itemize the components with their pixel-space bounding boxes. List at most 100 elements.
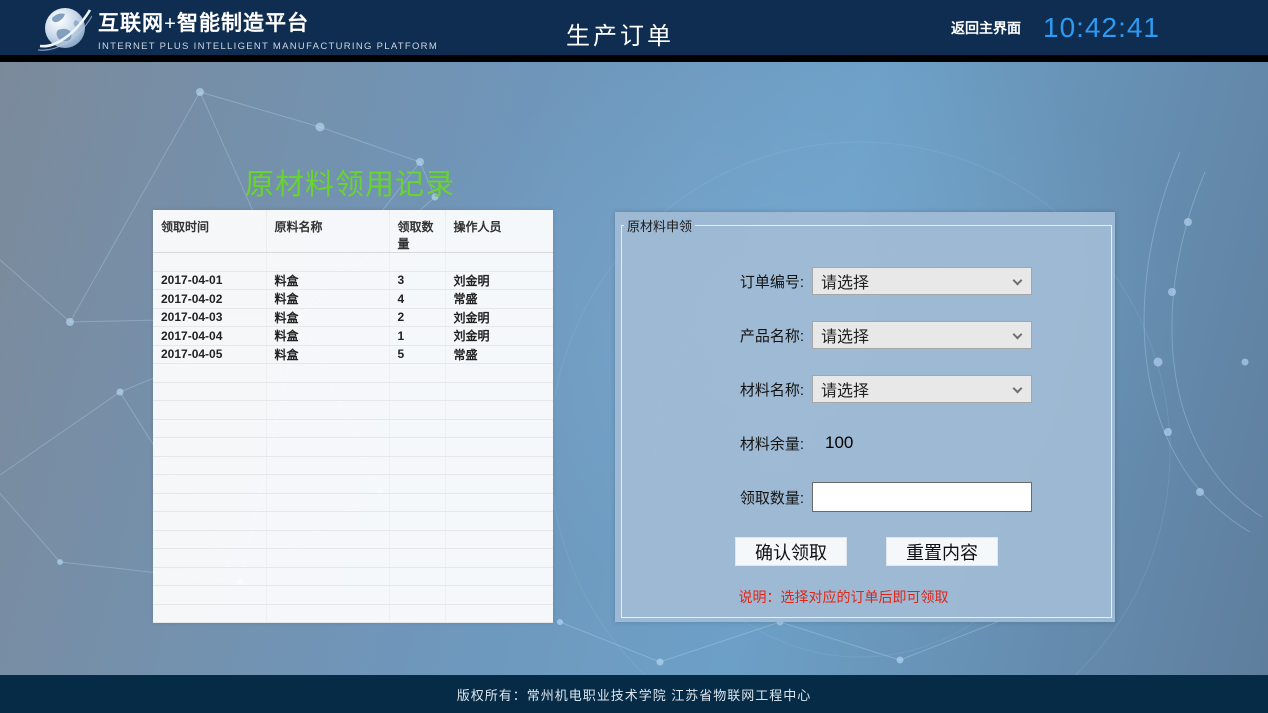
pick-quantity-input[interactable]: [812, 482, 1032, 512]
table-cell: 2: [389, 308, 445, 327]
table-cell: [445, 567, 553, 586]
table-cell: 刘金明: [445, 308, 553, 327]
globe-logo-icon: [38, 2, 92, 56]
table-cell: [445, 475, 553, 494]
table-cell: [153, 438, 266, 457]
brand-subtitle: INTERNET PLUS INTELLIGENT MANUFACTURING …: [98, 41, 438, 52]
table-row[interactable]: 2017-04-03料盒2刘金明: [153, 308, 553, 327]
apply-panel: 原材料申领 订单编号: 请选择 产品名称: 请选择: [615, 212, 1115, 622]
table-cell: 3: [389, 271, 445, 290]
table-cell: [445, 512, 553, 531]
table-cell: [266, 549, 389, 568]
product-name-select[interactable]: 请选择: [812, 321, 1032, 349]
table-cell: [445, 401, 553, 420]
material-name-label: 材料名称:: [622, 379, 804, 400]
instruction-note: 说明：选择对应的订单后即可领取: [622, 587, 1111, 607]
table-cell: [266, 253, 389, 272]
table-cell: [445, 253, 553, 272]
table-cell: 1: [389, 327, 445, 346]
table-row[interactable]: 2017-04-01料盒3刘金明: [153, 271, 553, 290]
table-cell: [266, 604, 389, 623]
table-cell: [389, 438, 445, 457]
table-cell: [445, 364, 553, 383]
table-cell: [153, 549, 266, 568]
table-row-empty: [153, 253, 553, 272]
table-cell: [153, 364, 266, 383]
table-cell: [389, 401, 445, 420]
table-cell: 料盒: [266, 271, 389, 290]
table-row[interactable]: 2017-04-04料盒1刘金明: [153, 327, 553, 346]
table-cell: [266, 401, 389, 420]
table-cell: [445, 382, 553, 401]
table-cell: [389, 493, 445, 512]
col-header-pick-quantity: 领取数量: [389, 210, 445, 253]
confirm-pick-button[interactable]: 确认领取: [735, 537, 847, 566]
table-cell: [266, 530, 389, 549]
table-cell: [445, 549, 553, 568]
back-to-main-link[interactable]: 返回主界面: [951, 18, 1021, 38]
table-cell: [153, 512, 266, 531]
footer-bar: 版权所有：常州机电职业技术学院 江苏省物联网工程中心: [0, 675, 1268, 713]
brand-title: 互联网+智能制造平台: [98, 7, 438, 37]
table-cell: 料盒: [266, 327, 389, 346]
material-name-selected-value: 请选择: [821, 377, 869, 401]
table-row-empty: [153, 382, 553, 401]
table-cell: [389, 567, 445, 586]
apply-fieldset: 原材料申领 订单编号: 请选择 产品名称: 请选择: [621, 216, 1112, 618]
table-cell: [266, 512, 389, 531]
table-cell: [445, 419, 553, 438]
material-name-select[interactable]: 请选择: [812, 375, 1032, 403]
table-cell: [153, 419, 266, 438]
table-row-empty: [153, 401, 553, 420]
copyright-text: 版权所有：常州机电职业技术学院 江苏省物联网工程中心: [457, 685, 812, 704]
table-cell: 常盛: [445, 290, 553, 309]
table-cell: 2017-04-01: [153, 271, 266, 290]
brand: 互联网+智能制造平台 INTERNET PLUS INTELLIGENT MAN…: [38, 2, 438, 56]
table-row-empty: [153, 586, 553, 605]
table-cell: [266, 364, 389, 383]
table-cell: [445, 604, 553, 623]
table-cell: [389, 604, 445, 623]
table-cell: [266, 419, 389, 438]
product-name-row: 产品名称: 请选择: [622, 321, 1111, 349]
table-row-empty: [153, 475, 553, 494]
table-cell: 料盒: [266, 345, 389, 364]
table-cell: 常盛: [445, 345, 553, 364]
pick-quantity-row: 领取数量:: [622, 483, 1111, 511]
material-remaining-row: 材料余量: 100: [622, 429, 1111, 457]
main-area: 原材料领用记录 领取时间 原料名称 领取数量 操作人员 2017-04-01料盒…: [0, 62, 1268, 675]
product-name-selected-value: 请选择: [821, 323, 869, 347]
table-cell: [153, 382, 266, 401]
order-number-row: 订单编号: 请选择: [622, 267, 1111, 295]
table-row-empty: [153, 364, 553, 383]
chevron-down-icon: [1013, 276, 1023, 286]
records-table: 领取时间 原料名称 领取数量 操作人员 2017-04-01料盒3刘金明2017…: [153, 210, 553, 623]
reset-content-button[interactable]: 重置内容: [886, 537, 998, 566]
chevron-down-icon: [1013, 384, 1023, 394]
order-number-label: 订单编号:: [622, 271, 804, 292]
table-cell: [153, 456, 266, 475]
material-remaining-value: 100: [812, 429, 1032, 457]
table-cell: [389, 475, 445, 494]
table-cell: [389, 456, 445, 475]
table-cell: [153, 253, 266, 272]
chevron-down-icon: [1013, 330, 1023, 340]
records-table-body: 2017-04-01料盒3刘金明2017-04-02料盒4常盛2017-04-0…: [153, 253, 553, 623]
table-cell: 4: [389, 290, 445, 309]
table-row-empty: [153, 493, 553, 512]
table-cell: [266, 586, 389, 605]
table-cell: [266, 382, 389, 401]
table-cell: [445, 530, 553, 549]
table-row[interactable]: 2017-04-02料盒4常盛: [153, 290, 553, 309]
table-cell: [389, 253, 445, 272]
header-divider: [0, 55, 1268, 62]
table-cell: [445, 493, 553, 512]
table-cell: [389, 382, 445, 401]
material-name-row: 材料名称: 请选择: [622, 375, 1111, 403]
table-row[interactable]: 2017-04-05料盒5常盛: [153, 345, 553, 364]
clock-display: 10:42:41: [1043, 12, 1160, 44]
table-cell: [153, 401, 266, 420]
table-cell: [153, 567, 266, 586]
order-number-select[interactable]: 请选择: [812, 267, 1032, 295]
col-header-pick-time: 领取时间: [153, 210, 266, 253]
